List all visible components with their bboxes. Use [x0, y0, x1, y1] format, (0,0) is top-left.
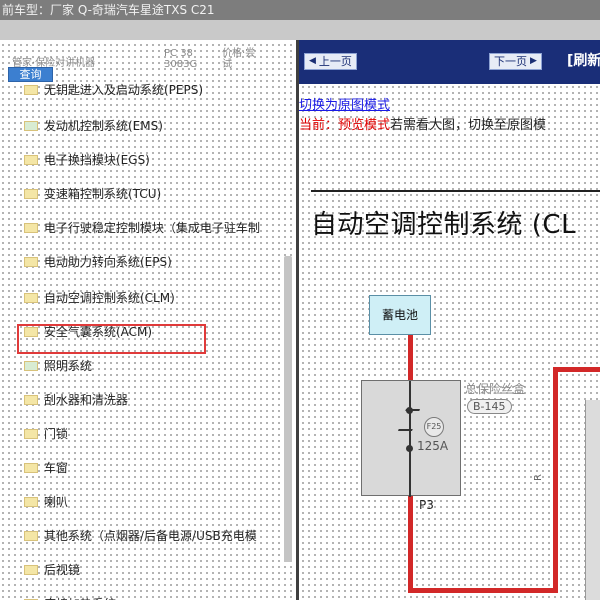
tree-item[interactable]: 座椅加热系统	[24, 594, 280, 600]
prev-page-button[interactable]: ◀ 上一页	[304, 53, 357, 70]
folder-icon	[24, 84, 38, 95]
tree-item-label: 发动机控制系统(EMS)	[44, 119, 163, 133]
wire-bottom-horizontal	[408, 588, 558, 593]
prev-page-label: 上一页	[318, 55, 352, 68]
tree-item-label: 电子换挡模块(EGS)	[44, 153, 150, 167]
wire-battery-to-fuse	[408, 335, 413, 380]
folder-icon	[24, 222, 38, 233]
tree-item-label: 其他系统（点烟器/后备电源/USB充电模	[44, 529, 257, 543]
tree-item-label: 电动助力转向系统(EPS)	[44, 255, 172, 269]
tree-item-label: 后视镜	[44, 563, 81, 577]
header-column-c: 价格·尝 试	[222, 48, 256, 70]
tree-item-label: 无钥匙进入及启动系统(PEPS)	[44, 83, 204, 97]
fuse-conductor	[409, 381, 411, 497]
window-title: 前车型：厂家 Q-奇瑞汽车星途TXS C21	[0, 0, 600, 20]
refresh-link[interactable]: [刷新	[567, 50, 600, 70]
tree-item[interactable]: 照明系统	[24, 356, 280, 376]
folder-icon	[24, 188, 38, 199]
tree-item-label: 照明系统	[44, 359, 93, 373]
title-divider	[311, 190, 600, 192]
left-panel: 管家·保险对讲机器 PC 38 3083G 价格·尝 试 查询 无钥匙进入及启动…	[0, 40, 296, 600]
header-column-b: PC 38 3083G	[164, 48, 198, 70]
tree-item[interactable]: 刮水器和清洗器	[24, 390, 280, 410]
tree-item[interactable]: 无钥匙进入及启动系统(PEPS)	[24, 80, 280, 100]
wire-right-vertical	[553, 367, 558, 593]
folder-icon	[24, 462, 38, 473]
status-hint: 若需看大图，切换至原图模	[390, 118, 547, 133]
folder-icon	[24, 428, 38, 439]
selection-highlight-box	[17, 324, 206, 354]
wire-top-horizontal	[553, 367, 600, 372]
tree-item[interactable]: 其他系统（点烟器/后备电源/USB充电模	[24, 526, 280, 546]
folder-icon	[24, 496, 38, 507]
folder-icon	[24, 530, 38, 541]
fuse-id-badge: F25	[424, 417, 444, 437]
tree-item-selected[interactable]: 自动空调控制系统(CLM)	[24, 288, 280, 308]
battery-box: 蓄电池	[369, 295, 431, 335]
right-panel: ◀ 上一页 下一页 ▶ [刷新 切换为原图模式 当前：预览模式若需看大图，切换至…	[299, 40, 600, 600]
folder-icon	[24, 120, 38, 131]
tree-item-label: 门锁	[44, 427, 69, 441]
wire-fuse-down	[408, 496, 413, 592]
tree-item[interactable]: 电动助力转向系统(EPS)	[24, 252, 280, 272]
fuse-box: F25 125A	[361, 380, 461, 497]
folder-icon	[24, 564, 38, 575]
fuse-amperage: 125A	[417, 439, 449, 453]
connector-block	[585, 400, 600, 600]
mode-status-line: 当前：预览模式若需看大图，切换至原图模	[299, 114, 546, 133]
folder-icon	[24, 154, 38, 165]
tree-item[interactable]: 后视镜	[24, 560, 280, 580]
status-mode: 预览模式	[338, 118, 391, 133]
tree-item-label: 车窗	[44, 461, 69, 475]
toolbar-strip	[0, 20, 600, 40]
tree-item[interactable]: 发动机控制系统(EMS)	[24, 116, 280, 136]
tree-item[interactable]: 车窗	[24, 458, 280, 478]
tree-item-label: 自动空调控制系统(CLM)	[44, 291, 175, 305]
next-page-label: 下一页	[494, 55, 527, 68]
fuse-pin-label: P3	[419, 498, 434, 512]
folder-icon	[24, 360, 38, 371]
tree-item[interactable]: 变速箱控制系统(TCU)	[24, 184, 280, 204]
next-page-button[interactable]: 下一页 ▶	[489, 53, 542, 70]
tree-item-label: 刮水器和清洗器	[44, 393, 129, 407]
folder-icon	[24, 256, 38, 267]
folder-icon	[24, 292, 38, 303]
document-navbar: ◀ 上一页 下一页 ▶ [刷新	[299, 40, 600, 84]
switch-original-mode-link[interactable]: 切换为原图模式	[299, 94, 390, 113]
fusebox-code-badge: B-145	[467, 399, 512, 414]
tree-item[interactable]: 门锁	[24, 424, 280, 444]
wire-color-code: R	[532, 474, 544, 481]
left-scrollbar[interactable]	[284, 256, 292, 562]
tree-item[interactable]: 电子行驶稳定控制模块（集成电子驻车制	[24, 218, 280, 238]
tree-item[interactable]: 电子换挡模块(EGS)	[24, 150, 280, 170]
tree-item[interactable]: 喇叭	[24, 492, 280, 512]
arrow-right-icon: ▶	[530, 56, 537, 66]
diagram-title: 自动空调控制系统 (CL	[311, 210, 577, 240]
tree-item-label: 电子行驶稳定控制模块（集成电子驻车制	[44, 221, 261, 235]
fuse-symbol-icon	[397, 409, 421, 431]
tree-item-label: 喇叭	[44, 495, 69, 509]
fusebox-label: 总保险丝盒	[465, 382, 526, 396]
tree-item-label: 变速箱控制系统(TCU)	[44, 187, 162, 201]
status-prefix: 当前：	[299, 118, 339, 133]
folder-icon	[24, 394, 38, 405]
fuse-terminal-bottom	[406, 445, 413, 452]
arrow-left-icon: ◀	[309, 56, 316, 66]
